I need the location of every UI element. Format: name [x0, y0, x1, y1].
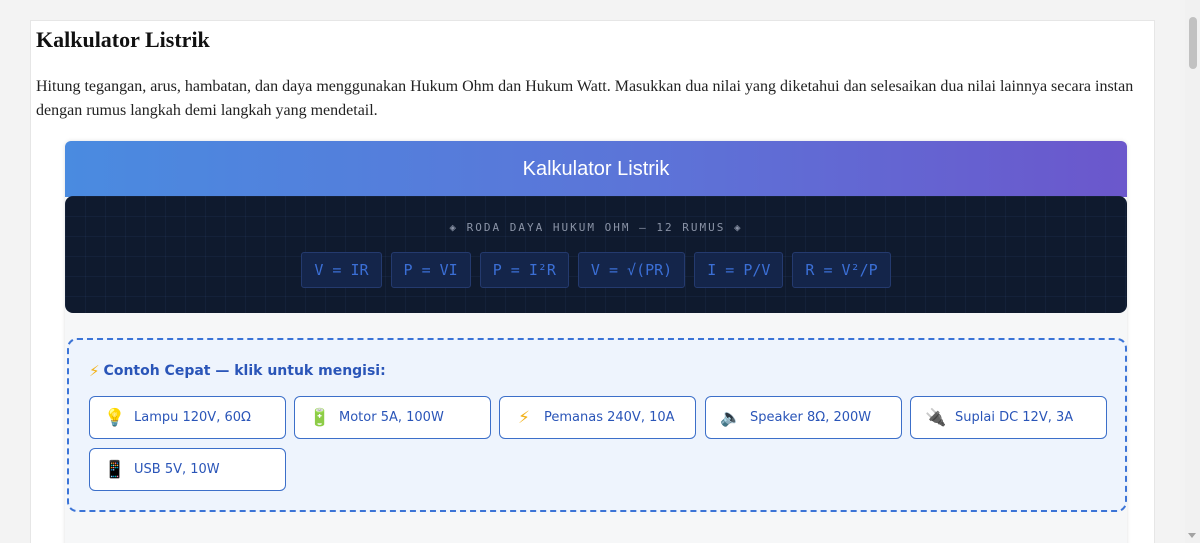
formula-chip: P = I²R [479, 252, 569, 288]
intro-paragraph: Hitung tegangan, arus, hambatan, dan day… [36, 78, 1134, 119]
article-container: Kalkulator Listrik Hitung tegangan, arus… [30, 20, 1155, 543]
example-label: Lampu 120V, 60Ω [134, 410, 251, 425]
example-label: Pemanas 240V, 10A [544, 410, 675, 425]
speaker-icon: 🔈 [720, 407, 742, 428]
page-title: Kalkulator Listrik [36, 27, 210, 52]
calculator-header: Kalkulator Listrik [65, 141, 1127, 197]
formula-chip: V = IR [301, 252, 382, 288]
formula-list: V = IR P = VI P = I²R V = √(PR) I = P/V … [65, 252, 1127, 288]
quick-examples-heading: ⚡ Contoh Cepat — klik untuk mengisi: [89, 362, 386, 380]
example-label: Speaker 8Ω, 200W [750, 410, 872, 425]
page-scrollbar[interactable] [1185, 0, 1200, 543]
quick-examples-title: Contoh Cepat — klik untuk mengisi: [103, 363, 386, 379]
example-motor-button[interactable]: 🔋 Motor 5A, 100W [294, 396, 491, 439]
electric-calculator: Kalkulator Listrik ◈ RODA DAYA HUKUM OHM… [65, 141, 1127, 543]
example-dc-supply-button[interactable]: 🔌 Suplai DC 12V, 3A [910, 396, 1107, 439]
scroll-down-arrow-icon[interactable] [1188, 533, 1196, 538]
example-label: Motor 5A, 100W [339, 410, 444, 425]
example-lamp-button[interactable]: 💡 Lampu 120V, 60Ω [89, 396, 286, 439]
lightbulb-icon: 💡 [104, 407, 126, 428]
formula-chip: R = V²/P [792, 252, 891, 288]
mobile-phone-icon: 📱 [104, 459, 126, 480]
example-heater-button[interactable]: ⚡ Pemanas 240V, 10A [499, 396, 696, 439]
wheel-caption: ◈ RODA DAYA HUKUM OHM — 12 RUMUS ◈ [449, 221, 743, 234]
scrollbar-thumb[interactable] [1189, 17, 1197, 69]
lightning-icon: ⚡ [89, 362, 100, 380]
formula-chip: I = P/V [694, 252, 784, 288]
formula-chip: P = VI [390, 252, 471, 288]
quick-examples-panel: ⚡ Contoh Cepat — klik untuk mengisi: 💡 L… [67, 338, 1127, 512]
ohm-power-wheel: ◈ RODA DAYA HUKUM OHM — 12 RUMUS ◈ V = I… [65, 196, 1127, 313]
example-speaker-button[interactable]: 🔈 Speaker 8Ω, 200W [705, 396, 902, 439]
example-label: Suplai DC 12V, 3A [955, 410, 1074, 425]
calculator-title: Kalkulator Listrik [522, 157, 670, 180]
example-label: USB 5V, 10W [134, 462, 220, 477]
formula-chip: V = √(PR) [577, 252, 686, 288]
plug-icon: 🔌 [925, 407, 947, 428]
example-usb-button[interactable]: 📱 USB 5V, 10W [89, 448, 286, 491]
battery-icon: 🔋 [309, 407, 331, 428]
lightning-icon: ⚡ [518, 407, 530, 428]
